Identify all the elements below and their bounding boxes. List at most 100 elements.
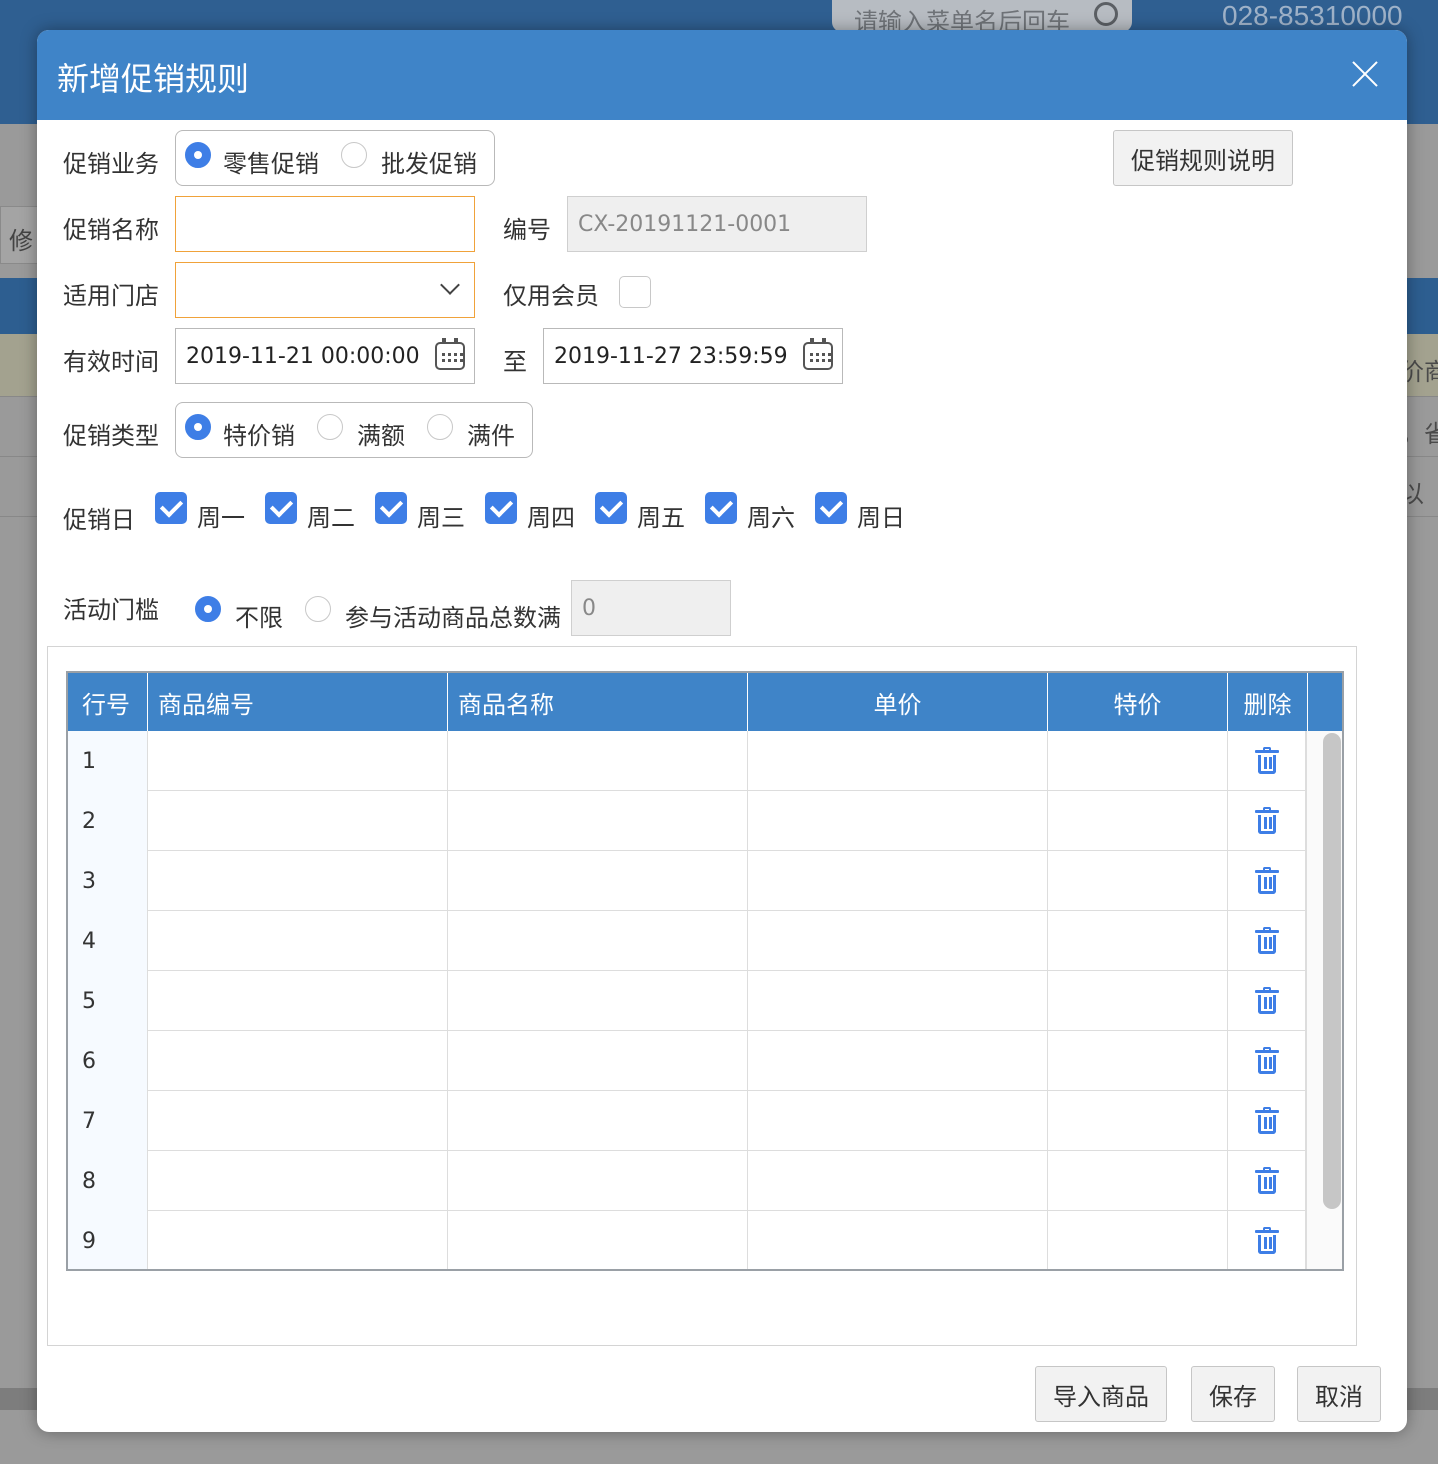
trash-icon[interactable] xyxy=(1254,987,1279,1014)
day-thursday-label[interactable]: 周四 xyxy=(527,498,575,533)
import-products-button[interactable]: 导入商品 xyxy=(1035,1366,1167,1422)
special-price-cell[interactable] xyxy=(1048,731,1228,791)
product-name-cell[interactable] xyxy=(448,851,748,911)
day-friday-checkbox[interactable] xyxy=(595,492,627,524)
members-only-checkbox[interactable] xyxy=(619,276,651,308)
table-row[interactable]: 5 xyxy=(68,971,1306,1031)
business-retail-radio[interactable] xyxy=(185,142,211,168)
day-wednesday-checkbox[interactable] xyxy=(375,492,407,524)
trash-icon[interactable] xyxy=(1254,747,1279,774)
search-icon[interactable] xyxy=(1094,2,1118,26)
special-price-cell[interactable] xyxy=(1048,1151,1228,1211)
table-row[interactable]: 7 xyxy=(68,1091,1306,1151)
unit-price-cell[interactable] xyxy=(748,1031,1048,1091)
special-price-cell[interactable] xyxy=(1048,1031,1228,1091)
product-name-cell[interactable] xyxy=(448,731,748,791)
product-code-cell[interactable] xyxy=(148,911,448,971)
table-row[interactable]: 6 xyxy=(68,1031,1306,1091)
special-price-cell[interactable] xyxy=(1048,791,1228,851)
day-thursday-checkbox[interactable] xyxy=(485,492,517,524)
grid-scrollbar[interactable] xyxy=(1306,731,1342,1269)
product-code-cell[interactable] xyxy=(148,851,448,911)
day-tuesday-label[interactable]: 周二 xyxy=(307,498,355,533)
table-row[interactable]: 1 xyxy=(68,731,1306,791)
promo-type-special-radio[interactable] xyxy=(185,414,211,440)
product-name-cell[interactable] xyxy=(448,1151,748,1211)
promo-type-amount-radio[interactable] xyxy=(317,414,343,440)
calendar-icon[interactable] xyxy=(435,338,465,370)
day-wednesday-label[interactable]: 周三 xyxy=(417,498,465,533)
unit-price-cell[interactable] xyxy=(748,1211,1048,1269)
promo-type-quantity-radio[interactable] xyxy=(427,414,453,440)
end-datetime-input[interactable]: 2019-11-27 23:59:59 xyxy=(543,328,843,384)
store-select[interactable] xyxy=(175,262,475,318)
promo-type-amount-label[interactable]: 满额 xyxy=(357,416,405,451)
trash-icon[interactable] xyxy=(1254,927,1279,954)
threshold-min-qty-radio[interactable] xyxy=(305,596,331,622)
day-tuesday-checkbox[interactable] xyxy=(265,492,297,524)
day-saturday-label[interactable]: 周六 xyxy=(747,498,795,533)
day-saturday-checkbox[interactable] xyxy=(705,492,737,524)
product-name-cell[interactable] xyxy=(448,1211,748,1269)
promo-type-quantity-label[interactable]: 满件 xyxy=(467,416,515,451)
unit-price-cell[interactable] xyxy=(748,731,1048,791)
delete-cell xyxy=(1228,971,1306,1031)
product-code-cell[interactable] xyxy=(148,1211,448,1269)
day-friday-label[interactable]: 周五 xyxy=(637,498,685,533)
special-price-cell[interactable] xyxy=(1048,1211,1228,1269)
business-wholesale-radio[interactable] xyxy=(341,142,367,168)
product-code-cell[interactable] xyxy=(148,731,448,791)
grid-scrollbar-thumb[interactable] xyxy=(1323,733,1341,1209)
product-code-cell[interactable] xyxy=(148,791,448,851)
table-row[interactable]: 9 xyxy=(68,1211,1306,1269)
day-monday-label[interactable]: 周一 xyxy=(197,498,245,533)
special-price-cell[interactable] xyxy=(1048,1091,1228,1151)
cancel-button[interactable]: 取消 xyxy=(1297,1366,1381,1422)
business-wholesale-label[interactable]: 批发促销 xyxy=(381,144,477,179)
trash-icon[interactable] xyxy=(1254,867,1279,894)
unit-price-cell[interactable] xyxy=(748,851,1048,911)
product-code-cell[interactable] xyxy=(148,1151,448,1211)
table-row[interactable]: 8 xyxy=(68,1151,1306,1211)
calendar-icon[interactable] xyxy=(803,338,833,370)
rule-help-button[interactable]: 促销规则说明 xyxy=(1113,130,1293,186)
threshold-unlimited-label[interactable]: 不限 xyxy=(235,598,283,633)
threshold-unlimited-radio[interactable] xyxy=(195,596,221,622)
threshold-min-qty-label[interactable]: 参与活动商品总数满 xyxy=(345,598,561,633)
special-price-cell[interactable] xyxy=(1048,971,1228,1031)
start-datetime-input[interactable]: 2019-11-21 00:00:00 xyxy=(175,328,475,384)
trash-icon[interactable] xyxy=(1254,1167,1279,1194)
promo-type-special-label[interactable]: 特价销 xyxy=(223,416,295,451)
product-name-cell[interactable] xyxy=(448,791,748,851)
product-name-cell[interactable] xyxy=(448,911,748,971)
trash-icon[interactable] xyxy=(1254,1107,1279,1134)
product-name-cell[interactable] xyxy=(448,1091,748,1151)
unit-price-cell[interactable] xyxy=(748,971,1048,1031)
unit-price-cell[interactable] xyxy=(748,791,1048,851)
menu-search-box[interactable]: 请输入菜单名后回车 xyxy=(832,0,1132,32)
special-price-cell[interactable] xyxy=(1048,851,1228,911)
trash-icon[interactable] xyxy=(1254,1047,1279,1074)
product-code-cell[interactable] xyxy=(148,1091,448,1151)
table-row[interactable]: 3 xyxy=(68,851,1306,911)
trash-icon[interactable] xyxy=(1254,807,1279,834)
product-name-cell[interactable] xyxy=(448,971,748,1031)
day-sunday-checkbox[interactable] xyxy=(815,492,847,524)
product-name-cell[interactable] xyxy=(448,1031,748,1091)
product-code-cell[interactable] xyxy=(148,971,448,1031)
day-sunday-label[interactable]: 周日 xyxy=(857,498,905,533)
business-retail-label[interactable]: 零售促销 xyxy=(223,144,319,179)
trash-icon[interactable] xyxy=(1254,1227,1279,1254)
product-code-cell[interactable] xyxy=(148,1031,448,1091)
table-row[interactable]: 4 xyxy=(68,911,1306,971)
unit-price-cell[interactable] xyxy=(748,911,1048,971)
close-icon[interactable] xyxy=(1351,60,1379,88)
delete-cell xyxy=(1228,1151,1306,1211)
unit-price-cell[interactable] xyxy=(748,1091,1048,1151)
promotion-name-input[interactable] xyxy=(175,196,475,252)
special-price-cell[interactable] xyxy=(1048,911,1228,971)
save-button[interactable]: 保存 xyxy=(1191,1366,1275,1422)
unit-price-cell[interactable] xyxy=(748,1151,1048,1211)
day-monday-checkbox[interactable] xyxy=(155,492,187,524)
table-row[interactable]: 2 xyxy=(68,791,1306,851)
